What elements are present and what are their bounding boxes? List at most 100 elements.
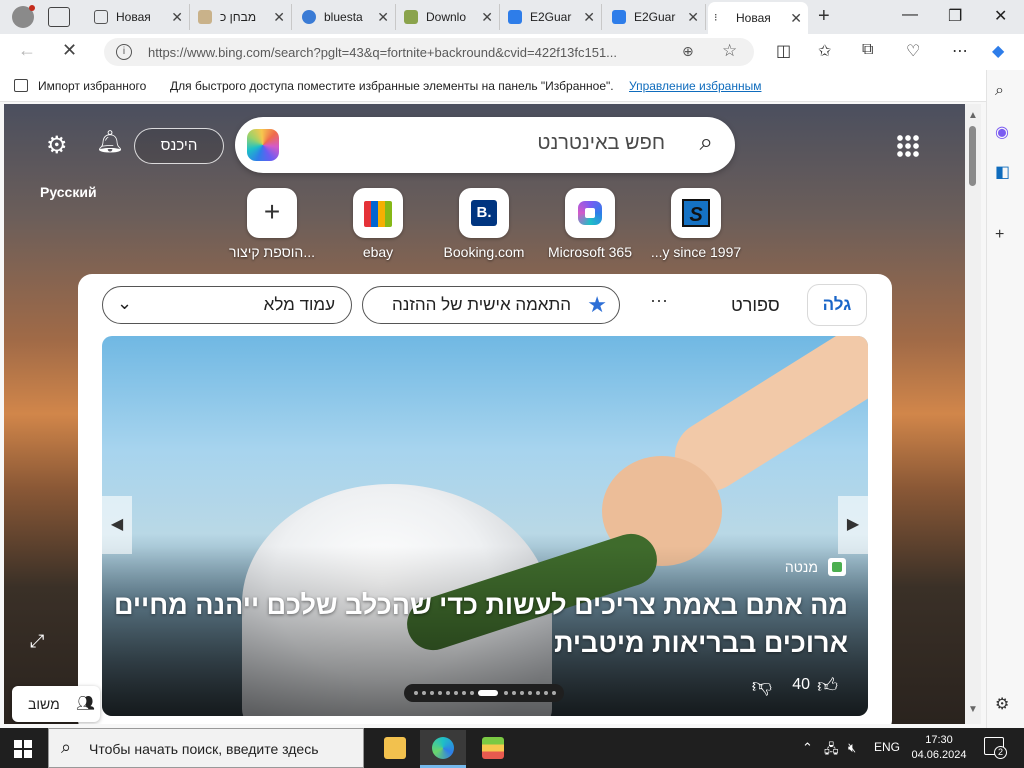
edge-app[interactable]	[420, 730, 466, 768]
tab-sport[interactable]: ספורט	[731, 295, 780, 316]
split-screen-icon[interactable]: ◫	[776, 41, 791, 61]
windows-start-icon[interactable]	[14, 740, 32, 758]
article-headline[interactable]: מה אתם באמת צריכים לעשות כדי שהכלב שלכם …	[108, 586, 848, 662]
browser-essentials-icon[interactable]: ♡	[906, 41, 920, 61]
manage-favorites-link[interactable]: Управление избранным	[629, 79, 761, 93]
apps-grid-icon[interactable]	[896, 134, 920, 158]
search-icon[interactable]: ⌕	[700, 129, 713, 157]
carousel-dot[interactable]	[454, 691, 458, 695]
minimize-icon[interactable]: —	[902, 6, 918, 24]
scroll-down-icon[interactable]: ▼	[968, 704, 978, 715]
tab-0[interactable]: Новая ✕	[88, 4, 190, 30]
search-input[interactable]: חפש באינטרנט	[537, 132, 665, 155]
favorites-icon[interactable]: ✩	[818, 41, 831, 61]
carousel-next-button[interactable]: ▶	[838, 496, 868, 554]
tab-close-icon[interactable]: ✕	[790, 10, 802, 27]
input-language[interactable]: ENG	[874, 740, 900, 754]
sidebar-add-icon[interactable]: +	[995, 226, 1004, 244]
sidebar-search-icon[interactable]: ⌕	[995, 82, 1004, 100]
sign-in-button[interactable]: היכנס	[134, 128, 224, 164]
carousel-dot[interactable]	[552, 691, 556, 695]
carousel-dot[interactable]	[446, 691, 450, 695]
ebay-icon	[364, 201, 392, 227]
carousel-dot[interactable]	[414, 691, 418, 695]
page-scrollbar[interactable]: ▲ ▼	[965, 104, 981, 724]
page-settings-icon[interactable]: ⚙	[46, 131, 68, 160]
tab-3[interactable]: Downlo ✕	[398, 4, 500, 30]
restore-icon[interactable]: ❐	[948, 6, 962, 26]
site-info-icon[interactable]: i	[116, 44, 132, 60]
carousel-dot[interactable]	[512, 691, 516, 695]
layout-dropdown[interactable]: עמוד מלא ⌄	[102, 286, 352, 324]
bluestacks-app[interactable]	[470, 730, 516, 768]
taskbar-search-box[interactable]: ⌕ Чтобы начать поиск, введите здесь	[48, 728, 364, 768]
carousel-dot[interactable]	[462, 691, 466, 695]
system-clock[interactable]: 17:30 04.06.2024	[904, 733, 974, 763]
hero-article-card[interactable]: ◀ ▶ מנטה מה אתם באמת צריכים לעשות כדי שה…	[102, 336, 868, 716]
sidebar-outlook-icon[interactable]: ◧	[995, 162, 1010, 182]
new-tab-plus-icon[interactable]: +	[818, 5, 830, 28]
tray-chevron-up-icon[interactable]: ⌃	[802, 740, 813, 756]
taskbar-search-input[interactable]: Чтобы начать поиск, введите здесь	[89, 741, 319, 757]
carousel-dot[interactable]	[430, 691, 434, 695]
tab-2[interactable]: bluesta ✕	[296, 4, 396, 30]
carousel-dot[interactable]	[520, 691, 524, 695]
favorite-star-icon[interactable]: ☆	[722, 41, 737, 61]
carousel-indicator[interactable]	[404, 684, 564, 702]
tab-1[interactable]: מבחן כ ✕	[192, 4, 292, 30]
sidebar-settings-icon[interactable]: ⚙	[995, 694, 1009, 714]
carousel-dot[interactable]	[544, 691, 548, 695]
tab-4[interactable]: E2Guar ✕	[502, 4, 602, 30]
tab-close-icon[interactable]: ✕	[171, 9, 183, 26]
carousel-dot-active[interactable]	[478, 690, 498, 696]
copilot-logo-icon[interactable]	[247, 129, 279, 161]
address-url[interactable]: https://www.bing.com/search?pglt=43&q=fo…	[148, 45, 678, 60]
sidebar-copilot-icon[interactable]: ◉	[995, 122, 1009, 142]
carousel-dot[interactable]	[438, 691, 442, 695]
chevron-down-icon: ⌄	[117, 293, 133, 313]
carousel-dot[interactable]	[422, 691, 426, 695]
carousel-dot[interactable]	[536, 691, 540, 695]
tab-close-icon[interactable]: ✕	[273, 9, 285, 26]
import-favorites-link[interactable]: Импорт избранного	[38, 79, 146, 93]
scroll-up-icon[interactable]: ▲	[968, 110, 978, 121]
carousel-dot[interactable]	[504, 691, 508, 695]
personalize-feed-button[interactable]: ★ התאמה אישית של ההזנה	[362, 286, 620, 324]
tab-close-icon[interactable]: ✕	[583, 9, 595, 26]
scrollbar-thumb[interactable]	[969, 126, 976, 186]
carousel-prev-button[interactable]: ◀	[102, 496, 132, 554]
more-options-icon[interactable]: ···	[650, 290, 668, 311]
web-search-box[interactable]: חפש באינטרנט ⌕	[235, 117, 735, 173]
tab-close-icon[interactable]: ✕	[687, 9, 699, 26]
import-icon[interactable]	[14, 79, 28, 92]
action-center-icon[interactable]: 2	[984, 737, 1007, 759]
dislike-icon[interactable]: 👎︎	[752, 674, 772, 698]
tab-close-icon[interactable]: ✕	[377, 9, 389, 26]
stop-loading-icon[interactable]: ✕	[62, 40, 77, 61]
settings-menu-icon[interactable]: ⋯	[952, 41, 968, 61]
tab-actions-icon[interactable]	[48, 7, 70, 27]
network-icon[interactable]: 🖧︎	[824, 740, 839, 762]
like-icon[interactable]: 👍︎	[817, 674, 838, 698]
quicklink-s[interactable]: S ...y since 1997	[631, 188, 761, 260]
copilot-icon[interactable]: ◆	[992, 41, 1004, 61]
notifications-bell-icon[interactable]: 🔔︎	[96, 129, 124, 155]
collections-icon[interactable]: ⧉	[862, 41, 873, 59]
close-window-icon[interactable]: ✕	[994, 6, 1007, 26]
feedback-button[interactable]: משוב 👥︎	[12, 686, 100, 722]
carousel-dot[interactable]	[470, 691, 474, 695]
language-link[interactable]: Русский	[40, 184, 97, 200]
expand-icon[interactable]: ⤢	[30, 631, 44, 652]
tab-5[interactable]: E2Guar ✕	[606, 4, 706, 30]
personalize-feed-label: התאמה אישית של ההזנה	[392, 295, 571, 314]
tab-6-active[interactable]: ⁝ Новая ✕	[708, 2, 808, 34]
tab-discover[interactable]: גלה	[807, 284, 867, 326]
volume-muted-icon[interactable]: 🔇︎	[848, 740, 856, 756]
zoom-icon[interactable]: ⊕	[682, 43, 694, 60]
tab-close-icon[interactable]: ✕	[481, 9, 493, 26]
address-bar[interactable]: i https://www.bing.com/search?pglt=43&q=…	[104, 38, 754, 66]
tab-title: Новая	[116, 10, 151, 24]
carousel-dot[interactable]	[528, 691, 532, 695]
back-icon[interactable]: ←	[18, 40, 36, 61]
file-explorer-app[interactable]	[372, 730, 418, 768]
